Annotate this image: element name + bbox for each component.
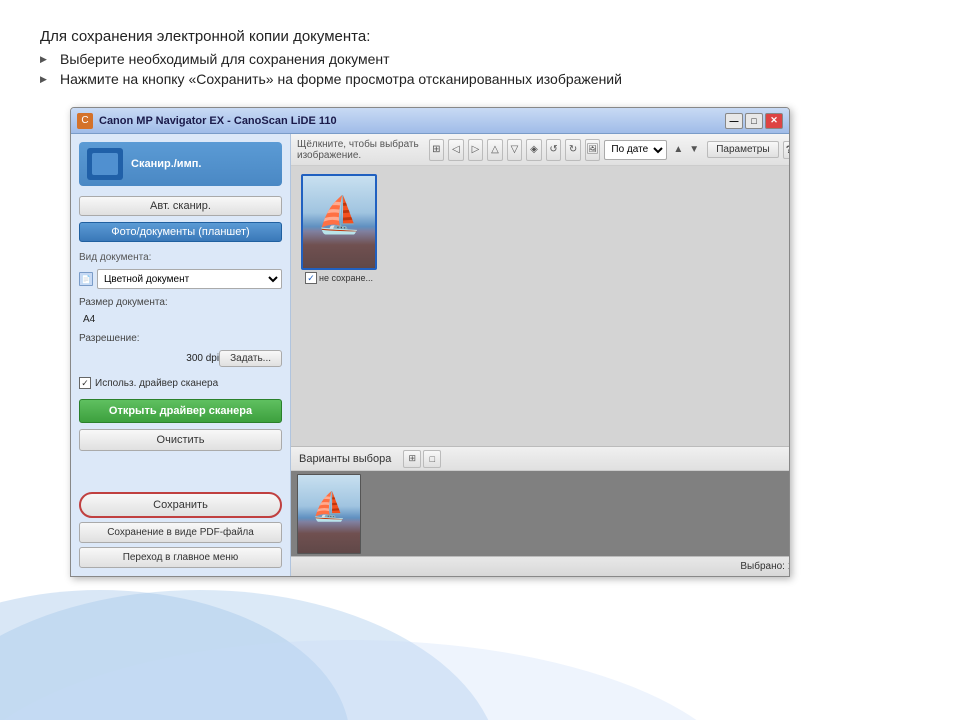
save-pdf-button[interactable]: Сохранение в виде PDF-файла (79, 522, 282, 543)
clear-button[interactable]: Очистить (79, 429, 282, 451)
variants-label: Варианты выбора (299, 453, 391, 465)
toolbar-btn-5[interactable]: ▽ (507, 139, 523, 161)
minimize-button[interactable]: — (725, 113, 743, 129)
thumb-checkbox-row: ✓ не сохране... (305, 272, 373, 284)
doc-size-label: Размер документа: (79, 297, 282, 308)
toolbar-btn-2[interactable]: ◁ (448, 139, 464, 161)
bullet-item-1: Выберите необходимый для сохранения доку… (40, 51, 920, 67)
sort-arrow: ▲ (673, 144, 683, 155)
window-title: Canon MP Navigator EX - CanoScan LiDE 11… (99, 115, 337, 127)
scanner-icon-inner (92, 153, 118, 175)
toolbar-btn-rotate-r[interactable]: ↻ (565, 139, 581, 161)
toolbar-btn-3[interactable]: ▷ (468, 139, 484, 161)
thumb-label: не сохране... (319, 273, 373, 283)
bottom-toolbar-icons: ⊞ □ (403, 450, 441, 468)
toolbar-btn-rotate[interactable]: ↺ (546, 139, 562, 161)
sort-arrow-down: ▼ (689, 144, 699, 155)
settings-row: 300 dpi Задать... (79, 350, 282, 367)
doc-type-select[interactable]: Цветной документ (97, 269, 282, 289)
instruction-main: Для сохранения электронной копии докумен… (40, 28, 920, 45)
scanner-label: Сканир./имп. (131, 158, 201, 170)
driver-checkbox-label: Использ. драйвер сканера (95, 378, 218, 389)
driver-checkbox-row: ✓ Использ. драйвер сканера (79, 377, 282, 389)
bottom-icon-btn-1[interactable]: ⊞ (403, 450, 421, 468)
spacer (79, 457, 282, 486)
toolbar-btn-4[interactable]: △ (487, 139, 503, 161)
doc-type-icon: 📄 (79, 272, 93, 286)
save-button[interactable]: Сохранить (79, 492, 282, 518)
toolbar-hint: Щёлкните, чтобы выбрать изображение. (297, 139, 425, 161)
maximize-button[interactable]: □ (745, 113, 763, 129)
app-icon: C (77, 113, 93, 129)
photo-doc-button[interactable]: Фото/документы (планшет) (79, 222, 282, 242)
sort-select[interactable]: По дате (604, 140, 667, 160)
title-bar: C Canon MP Navigator EX - CanoScan LiDE … (71, 108, 789, 134)
app-body: Сканир./имп. Авт. сканир. Фото/документы… (71, 134, 789, 576)
home-button[interactable]: Переход в главное меню (79, 547, 282, 568)
settings-button[interactable]: Задать... (219, 350, 282, 367)
doc-type-label: Вид документа: (79, 252, 282, 263)
image-area: ✓ не сохране... (291, 166, 790, 446)
left-panel: Сканир./имп. Авт. сканир. Фото/документы… (71, 134, 291, 576)
resolution-value: 300 dpi (182, 353, 219, 364)
auto-scan-button[interactable]: Авт. сканир. (79, 196, 282, 216)
app-window: C Canon MP Navigator EX - CanoScan LiDE … (70, 107, 790, 577)
help-button[interactable]: ? (783, 141, 790, 159)
open-driver-button[interactable]: Открыть драйвер сканера (79, 399, 282, 423)
thumbnail-image[interactable] (301, 174, 377, 270)
close-button[interactable]: ✕ (765, 113, 783, 129)
toolbar-btn-img[interactable]: 🖼 (585, 139, 601, 161)
scanner-icon (87, 148, 123, 180)
status-text: Выбрано: 1 (740, 561, 790, 572)
instruction-list: Выберите необходимый для сохранения доку… (40, 51, 920, 87)
bottom-toolbar: Варианты выбора ⊞ □ (291, 447, 790, 471)
resolution-label: Разрешение: (79, 333, 282, 344)
scanner-header: Сканир./имп. (79, 142, 282, 186)
doc-size-value: A4 (79, 314, 282, 325)
bullet-item-2: Нажмите на кнопку «Сохранить» на форме п… (40, 71, 920, 87)
right-panel: Щёлкните, чтобы выбрать изображение. ⊞ ◁… (291, 134, 790, 576)
bottom-thumbnail[interactable] (297, 474, 361, 554)
ship-illustration (303, 176, 375, 268)
driver-checkbox[interactable]: ✓ (79, 377, 91, 389)
status-bar: Выбрано: 1 (291, 556, 790, 576)
bottom-buttons: Сохранить Сохранение в виде PDF-файла Пе… (79, 492, 282, 568)
title-bar-left: C Canon MP Navigator EX - CanoScan LiDE … (77, 113, 337, 129)
bottom-icon-btn-2[interactable]: □ (423, 450, 441, 468)
bottom-image-area (291, 471, 790, 556)
toolbar-btn-6[interactable]: ◈ (526, 139, 542, 161)
thumb-checkbox[interactable]: ✓ (305, 272, 317, 284)
doc-type-row: 📄 Цветной документ (79, 269, 282, 289)
bottom-section: Варианты выбора ⊞ □ Выбрано: 1 (291, 446, 790, 576)
right-toolbar: Щёлкните, чтобы выбрать изображение. ⊞ ◁… (291, 134, 790, 166)
thumbnail-item: ✓ не сохране... (299, 174, 379, 284)
toolbar-btn-1[interactable]: ⊞ (429, 139, 445, 161)
bottom-ship-illustration (298, 475, 360, 553)
params-button[interactable]: Параметры (707, 141, 778, 158)
window-controls: — □ ✕ (725, 113, 783, 129)
